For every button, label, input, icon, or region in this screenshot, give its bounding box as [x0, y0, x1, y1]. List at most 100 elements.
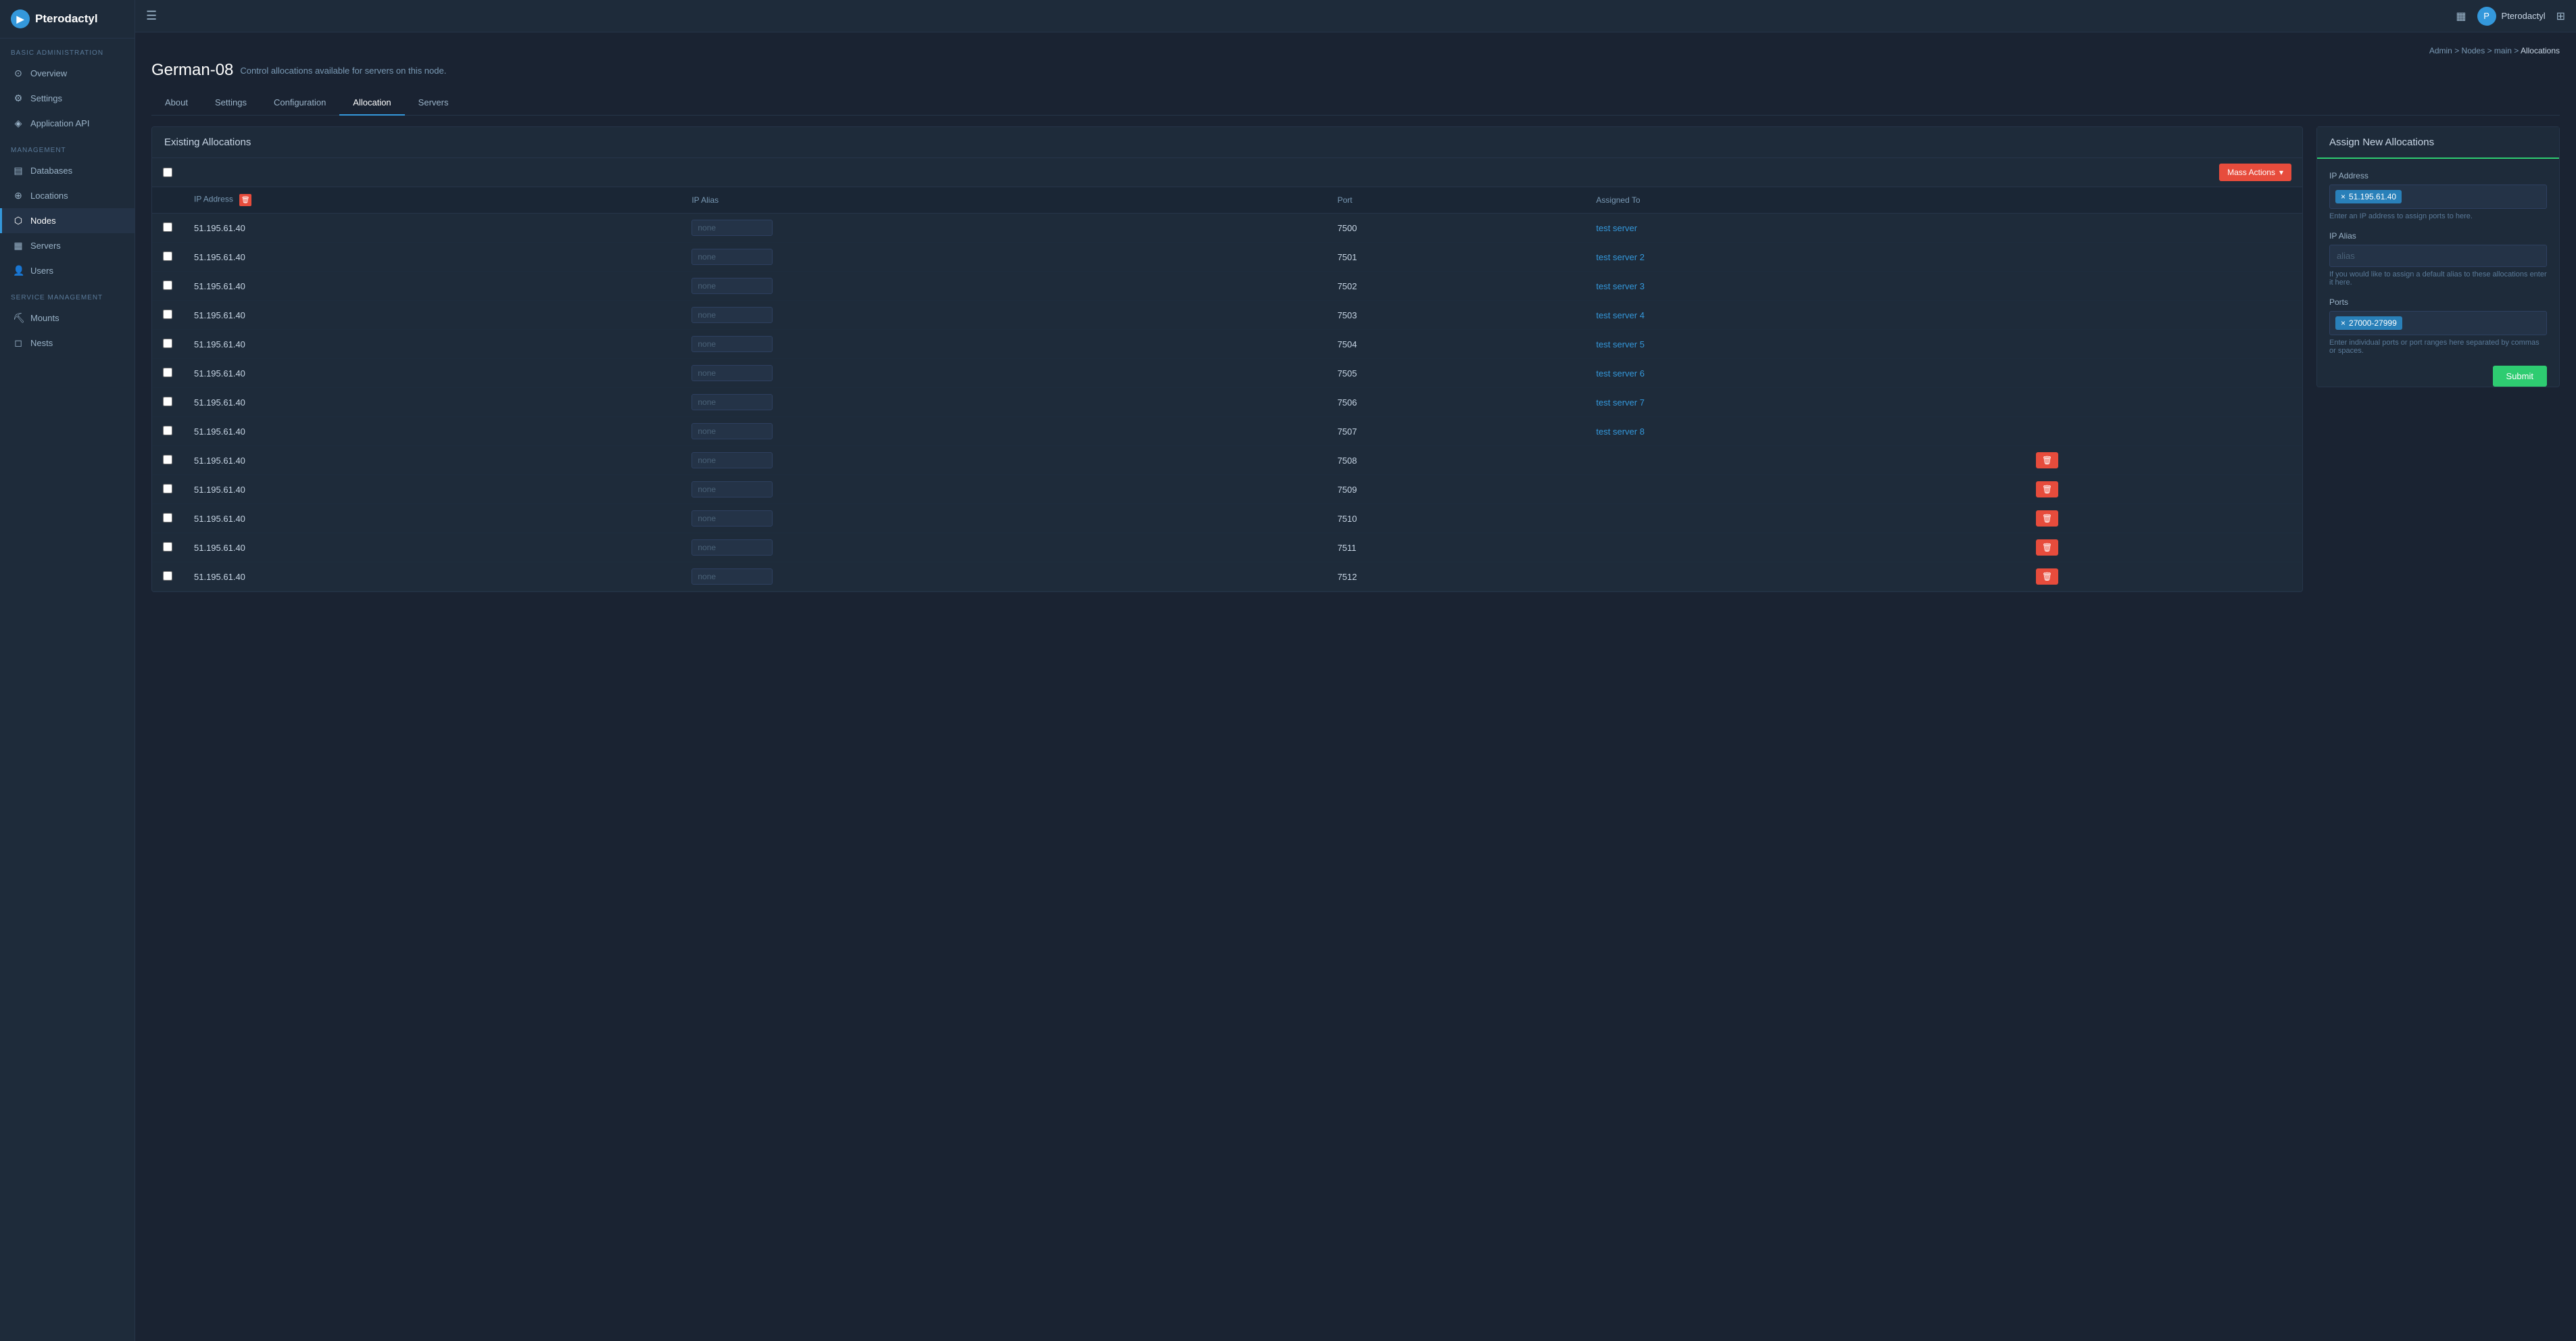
sidebar-item-users[interactable]: 👤 Users — [0, 258, 135, 283]
row-alias-cell — [681, 301, 1326, 330]
users-icon: 👤 — [13, 265, 24, 276]
row-checkbox[interactable] — [163, 222, 172, 232]
row-checkbox[interactable] — [163, 455, 172, 464]
row-alias-cell — [681, 533, 1326, 562]
breadcrumb-admin: Admin — [2429, 46, 2452, 55]
page-header: German-08 Control allocations available … — [151, 61, 2560, 80]
row-checkbox[interactable] — [163, 339, 172, 348]
row-checkbox[interactable] — [163, 310, 172, 319]
table-row: 51.195.61.407512🗑 — [152, 562, 2302, 591]
row-alias-input[interactable] — [691, 568, 773, 585]
row-alias-input[interactable] — [691, 365, 773, 381]
row-delete-button[interactable]: 🗑 — [2036, 481, 2058, 497]
row-port: 7511 — [1327, 533, 1586, 562]
assigned-server-link[interactable]: test server 3 — [1596, 281, 1645, 291]
breadcrumb: Admin > Nodes > main > Allocations — [151, 46, 2560, 55]
sidebar-item-api[interactable]: ◈ Application API — [0, 111, 135, 136]
row-delete-button[interactable]: 🗑 — [2036, 452, 2058, 468]
sidebar-item-nests[interactable]: ◻ Nests — [0, 331, 135, 356]
row-ip: 51.195.61.40 — [183, 301, 681, 330]
row-checkbox[interactable] — [163, 397, 172, 406]
ports-help: Enter individual ports or port ranges he… — [2329, 339, 2547, 355]
breadcrumb-nodes: Nodes — [2462, 46, 2485, 55]
ip-alias-input[interactable] — [2329, 245, 2547, 267]
assigned-server-link[interactable]: test server 2 — [1596, 252, 1645, 262]
ip-address-group: IP Address × 51.195.61.40 Enter an IP ad… — [2329, 171, 2547, 220]
row-alias-input[interactable] — [691, 278, 773, 294]
assigned-server-link[interactable]: test server 5 — [1596, 339, 1645, 349]
assigned-server-link[interactable]: test server 6 — [1596, 368, 1645, 379]
row-alias-cell — [681, 243, 1326, 272]
row-checkbox[interactable] — [163, 484, 172, 493]
hamburger-icon[interactable]: ☰ — [146, 9, 157, 23]
sidebar-item-mounts[interactable]: ⛏ Mounts — [0, 306, 135, 331]
mounts-icon: ⛏ — [13, 312, 24, 324]
ports-tag-input[interactable]: × 27000-27999 — [2329, 311, 2547, 335]
topbar-user[interactable]: P Pterodactyl — [2477, 7, 2546, 26]
topbar: ☰ ▦ P Pterodactyl ⊞ — [135, 0, 2576, 32]
row-alias-cell — [681, 359, 1326, 388]
breadcrumb-current: Allocations — [2521, 46, 2560, 55]
row-alias-input[interactable] — [691, 452, 773, 468]
assigned-server-link[interactable]: test server 7 — [1596, 397, 1645, 408]
row-port: 7500 — [1327, 214, 1586, 243]
row-checkbox[interactable] — [163, 542, 172, 552]
mass-actions-button[interactable]: Mass Actions ▾ — [2219, 164, 2291, 181]
row-checkbox[interactable] — [163, 571, 172, 581]
row-checkbox[interactable] — [163, 513, 172, 522]
row-alias-input[interactable] — [691, 307, 773, 323]
row-delete-button[interactable]: 🗑 — [2036, 568, 2058, 585]
sidebar-item-settings[interactable]: ⚙ Settings — [0, 86, 135, 111]
row-alias-input[interactable] — [691, 249, 773, 265]
row-assigned-to: test server 4 — [1585, 301, 2025, 330]
row-alias-cell — [681, 417, 1326, 446]
tab-about[interactable]: About — [151, 91, 201, 116]
row-ip: 51.195.61.40 — [183, 475, 681, 504]
row-alias-input[interactable] — [691, 481, 773, 497]
assigned-server-link[interactable]: test server — [1596, 223, 1637, 233]
sidebar-item-databases[interactable]: ▤ Databases — [0, 158, 135, 183]
row-port: 7507 — [1327, 417, 1586, 446]
row-ip: 51.195.61.40 — [183, 330, 681, 359]
sidebar-item-nests-label: Nests — [30, 338, 53, 348]
tab-configuration[interactable]: Configuration — [260, 91, 339, 116]
ports-tag: × 27000-27999 — [2335, 316, 2402, 330]
ip-address-tag-input[interactable]: × 51.195.61.40 — [2329, 185, 2547, 209]
sidebar-item-locations[interactable]: ⊕ Locations — [0, 183, 135, 208]
row-delete-button[interactable]: 🗑 — [2036, 539, 2058, 556]
sidebar-item-overview[interactable]: ⊙ Overview — [0, 61, 135, 86]
row-alias-input[interactable] — [691, 539, 773, 556]
table-row: 51.195.61.407510🗑 — [152, 504, 2302, 533]
row-alias-input[interactable] — [691, 423, 773, 439]
tab-servers[interactable]: Servers — [405, 91, 462, 116]
row-alias-input[interactable] — [691, 510, 773, 527]
row-checkbox[interactable] — [163, 426, 172, 435]
row-alias-input[interactable] — [691, 394, 773, 410]
row-delete-button[interactable]: 🗑 — [2036, 510, 2058, 527]
ports-tag-remove[interactable]: × — [2341, 318, 2346, 328]
page-subtitle: Control allocations available for server… — [240, 66, 446, 76]
app-name: Pterodactyl — [35, 12, 98, 26]
grid-icon[interactable]: ▦ — [2456, 9, 2466, 23]
row-checkbox[interactable] — [163, 251, 172, 261]
tab-allocation[interactable]: Allocation — [339, 91, 404, 116]
topbar-extra-icon[interactable]: ⊞ — [2556, 9, 2565, 23]
sidebar-item-nodes[interactable]: ⬡ Nodes — [0, 208, 135, 233]
row-checkbox[interactable] — [163, 368, 172, 377]
header-delete-icon[interactable]: 🗑 — [239, 194, 251, 206]
col-port: Port — [1327, 187, 1586, 214]
row-alias-cell — [681, 330, 1326, 359]
ip-tag-remove[interactable]: × — [2341, 192, 2346, 201]
submit-button[interactable]: Submit — [2493, 366, 2547, 387]
overview-icon: ⊙ — [13, 68, 24, 79]
topbar-left: ☰ — [146, 9, 157, 23]
tab-settings[interactable]: Settings — [201, 91, 260, 116]
row-alias-input[interactable] — [691, 220, 773, 236]
row-ip: 51.195.61.40 — [183, 504, 681, 533]
assigned-server-link[interactable]: test server 4 — [1596, 310, 1645, 320]
sidebar-item-servers[interactable]: ▦ Servers — [0, 233, 135, 258]
row-alias-input[interactable] — [691, 336, 773, 352]
select-all-checkbox[interactable] — [163, 168, 172, 177]
row-checkbox[interactable] — [163, 281, 172, 290]
assigned-server-link[interactable]: test server 8 — [1596, 426, 1645, 437]
